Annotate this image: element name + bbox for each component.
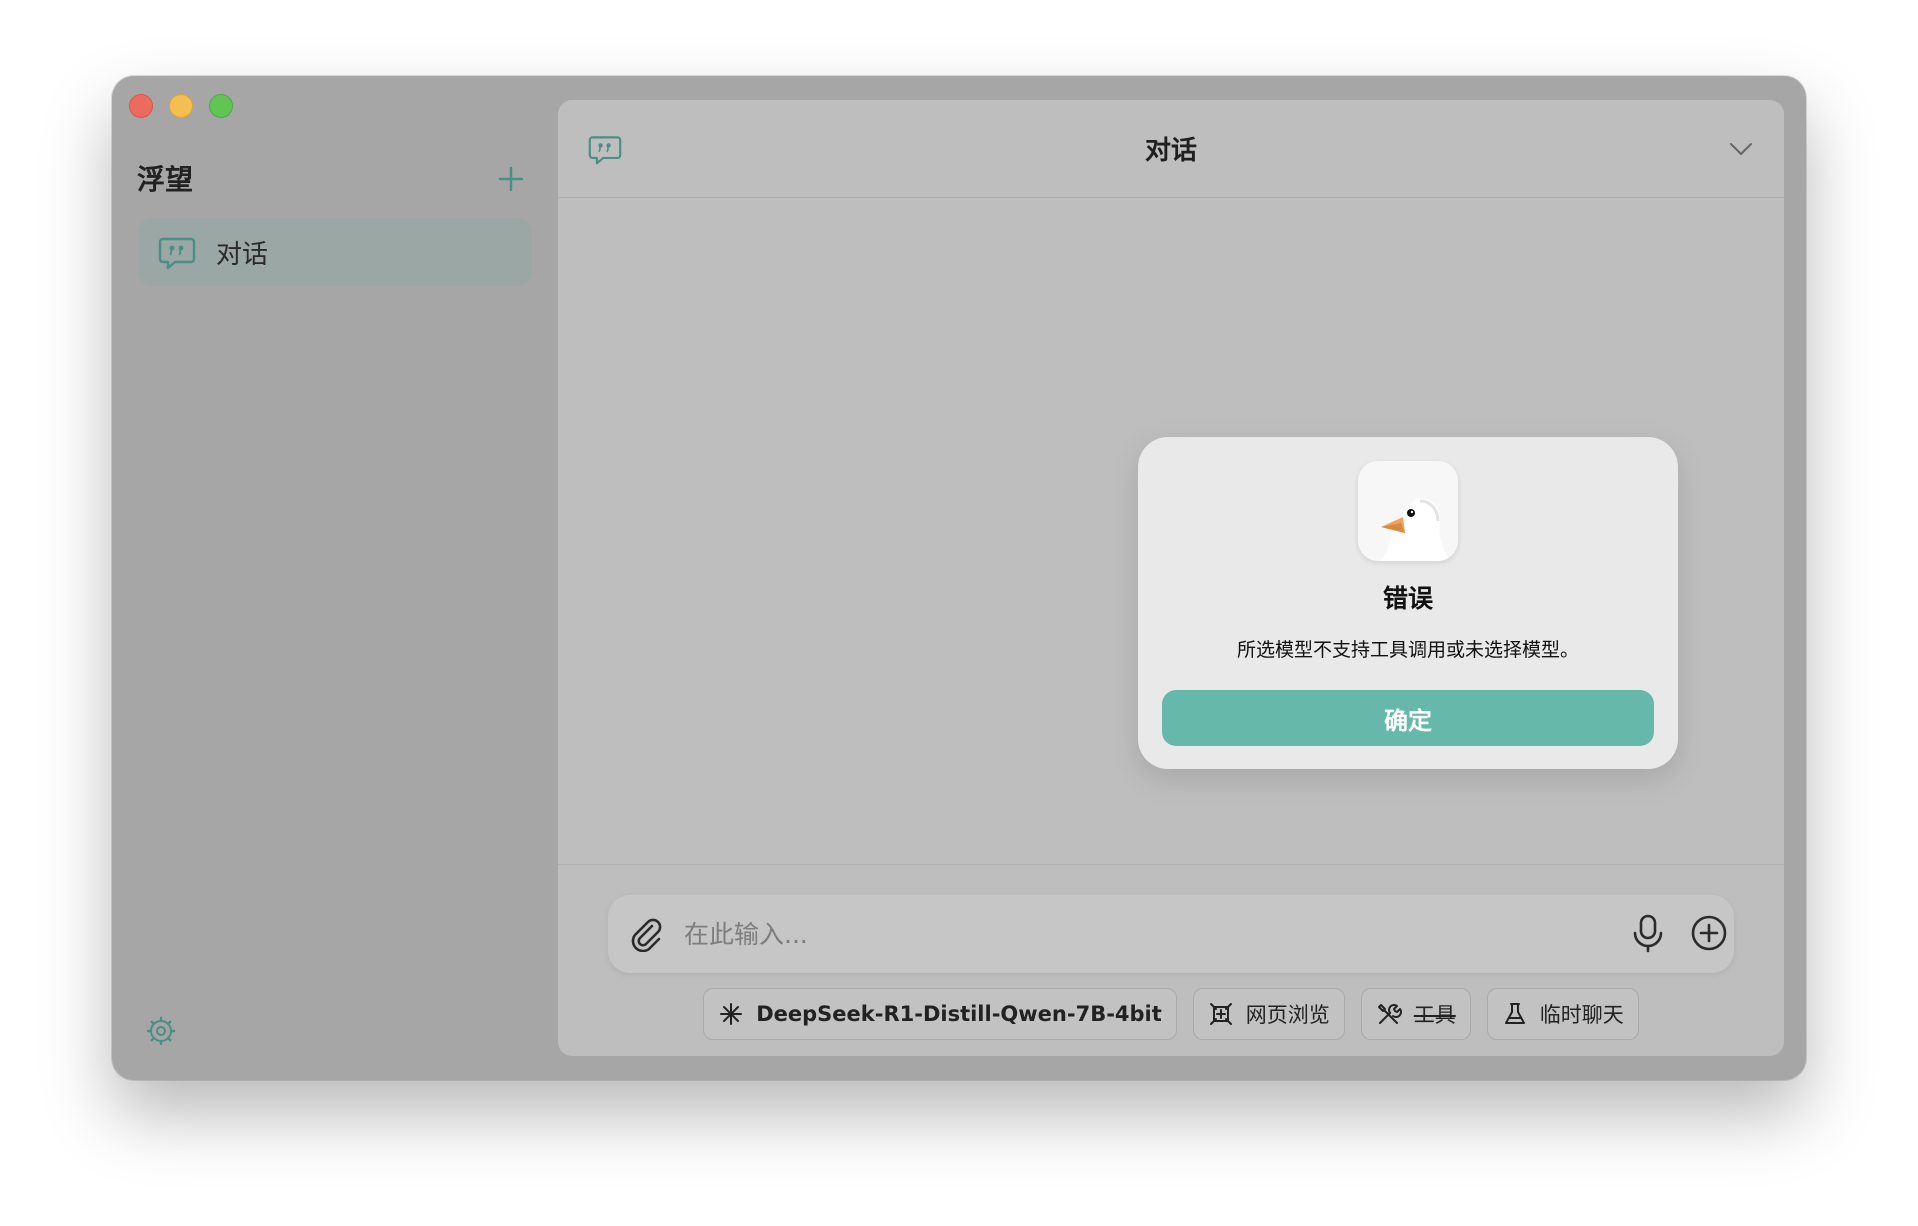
- goose-app-icon: [1358, 461, 1458, 561]
- sidebar: 浮望 对话: [112, 76, 558, 1080]
- plus-icon[interactable]: [494, 162, 528, 196]
- gear-icon[interactable]: [146, 1016, 176, 1046]
- composer-chips: DeepSeek-R1-Distill-Qwen-7B-4bit 网页浏览 工具…: [558, 988, 1784, 1040]
- app-window: 浮望 对话 对话 在此输入... DeepSeek-R1-Distill-Qwe…: [112, 76, 1806, 1080]
- sidebar-item-chat[interactable]: 对话: [138, 218, 532, 286]
- paperclip-icon[interactable]: [628, 916, 664, 952]
- chevron-down-icon[interactable]: [1728, 140, 1754, 158]
- model-name: DeepSeek-R1-Distill-Qwen-7B-4bit: [756, 1002, 1162, 1026]
- flask-icon: [1504, 1003, 1525, 1024]
- chip-label: 工具: [1413, 1003, 1456, 1027]
- page-title: 对话: [1144, 136, 1197, 166]
- dialog-title: 错误: [1382, 584, 1433, 613]
- divider: [558, 864, 1784, 865]
- chip-label: 临时聊天: [1539, 1003, 1624, 1027]
- chip-label: 网页浏览: [1245, 1003, 1330, 1027]
- tools-chip[interactable]: 工具: [1360, 988, 1471, 1040]
- message-input[interactable]: [682, 913, 1562, 955]
- sidebar-title: 浮望: [137, 163, 194, 196]
- tools-icon: [1377, 1004, 1402, 1024]
- browse-icon: [1209, 1003, 1232, 1025]
- sparkle-icon: [720, 1003, 743, 1025]
- dialog-message: 所选模型不支持工具调用或未选择模型。: [1236, 639, 1579, 661]
- main-panel: 对话 在此输入... DeepSeek-R1-Distill-Qwen-7B-4…: [558, 100, 1784, 1056]
- message-composer: [608, 895, 1734, 973]
- temporary-chat-chip[interactable]: 临时聊天: [1486, 988, 1639, 1040]
- ok-button[interactable]: 确定: [1162, 690, 1654, 746]
- chat-bubble-icon: [158, 237, 196, 270]
- microphone-icon[interactable]: [1630, 913, 1666, 953]
- add-circle-icon[interactable]: [1690, 914, 1728, 952]
- error-dialog: 错误 所选模型不支持工具调用或未选择模型。 确定: [1138, 437, 1678, 769]
- model-selector-chip[interactable]: DeepSeek-R1-Distill-Qwen-7B-4bit: [703, 988, 1177, 1040]
- sidebar-item-label: 对话: [216, 239, 269, 270]
- web-browse-chip[interactable]: 网页浏览: [1192, 988, 1345, 1040]
- main-header: 对话: [558, 100, 1784, 198]
